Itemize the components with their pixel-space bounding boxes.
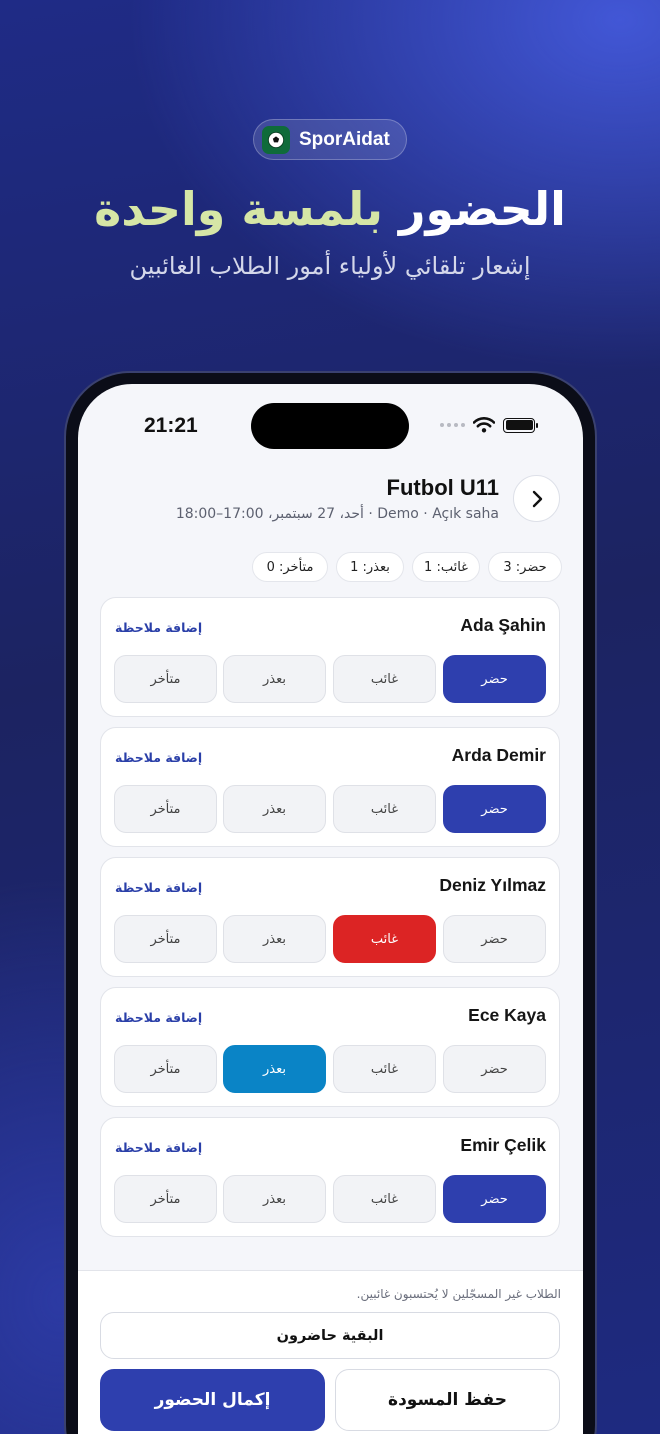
status-excused-button[interactable]: بعذر bbox=[223, 915, 326, 963]
attendance-summary: حضر: 3 غائب: 1 بعذر: 1 متأخر: 0 bbox=[252, 552, 562, 582]
battery-icon bbox=[503, 417, 538, 433]
stat-late: متأخر: 0 bbox=[252, 552, 328, 582]
student-name: Emir Çelik bbox=[460, 1135, 546, 1155]
save-draft-button[interactable]: حفظ المسودة bbox=[335, 1369, 560, 1431]
phone-screen: 21:21 Futbol U11 أحد، 27 سبتمبر، 17:00–1… bbox=[78, 384, 583, 1434]
mark-rest-present-button[interactable]: البقية حاضرون bbox=[100, 1312, 560, 1359]
status-present-button[interactable]: حضر bbox=[443, 1045, 546, 1093]
add-note-link[interactable]: إضافة ملاحظة bbox=[115, 1010, 202, 1025]
chevron-right-icon bbox=[532, 490, 542, 507]
headline-part2: بلمسة واحدة bbox=[94, 182, 383, 236]
status-excused-button[interactable]: بعذر bbox=[223, 1045, 326, 1093]
footer-panel: الطلاب غير المسجّلين لا يُحتسبون غائبين.… bbox=[78, 1270, 583, 1434]
student-card: Ada Şahin إضافة ملاحظة حضر غائب بعذر متأخر bbox=[100, 597, 560, 717]
student-card: Ece Kaya إضافة ملاحظة حضر غائب بعذر متأخر bbox=[100, 987, 560, 1107]
status-absent-button[interactable]: غائب bbox=[333, 915, 436, 963]
student-name: Arda Demir bbox=[451, 745, 546, 765]
student-card: Emir Çelik إضافة ملاحظة حضر غائب بعذر متأخر bbox=[100, 1117, 560, 1237]
status-absent-button[interactable]: غائب bbox=[333, 1175, 436, 1223]
student-name: Ece Kaya bbox=[468, 1005, 546, 1025]
student-card: Arda Demir إضافة ملاحظة حضر غائب بعذر متأخر bbox=[100, 727, 560, 847]
status-time: 21:21 bbox=[144, 414, 198, 437]
status-absent-button[interactable]: غائب bbox=[333, 1045, 436, 1093]
page-subheadline: إشعار تلقائي لأولياء أمور الطلاب الغائبي… bbox=[129, 252, 531, 280]
status-present-button[interactable]: حضر bbox=[443, 915, 546, 963]
status-late-button[interactable]: متأخر bbox=[114, 915, 217, 963]
add-note-link[interactable]: إضافة ملاحظة bbox=[115, 750, 202, 765]
status-late-button[interactable]: متأخر bbox=[114, 1175, 217, 1223]
status-present-button[interactable]: حضر bbox=[443, 655, 546, 703]
status-icons bbox=[440, 417, 538, 433]
status-late-button[interactable]: متأخر bbox=[114, 785, 217, 833]
student-card: Deniz Yılmaz إضافة ملاحظة حضر غائب بعذر متأخر bbox=[100, 857, 560, 977]
stat-absent: غائب: 1 bbox=[412, 552, 480, 582]
add-note-link[interactable]: إضافة ملاحظة bbox=[115, 1140, 202, 1155]
status-present-button[interactable]: حضر bbox=[443, 785, 546, 833]
brand-name: SporAidat bbox=[299, 128, 390, 150]
status-absent-button[interactable]: غائب bbox=[333, 655, 436, 703]
add-note-link[interactable]: إضافة ملاحظة bbox=[115, 880, 202, 895]
headline-part1: الحضور bbox=[399, 182, 566, 236]
next-session-button[interactable] bbox=[513, 475, 560, 522]
signal-dots-icon bbox=[440, 423, 465, 427]
page-headline: الحضور بلمسة واحدة bbox=[0, 182, 660, 236]
footer-note: الطلاب غير المسجّلين لا يُحتسبون غائبين. bbox=[356, 1287, 561, 1301]
student-name: Deniz Yılmaz bbox=[439, 875, 546, 895]
session-meta: أحد، 27 سبتمبر، 17:00–18:00 · Demo · Açı… bbox=[175, 506, 499, 522]
status-excused-button[interactable]: بعذر bbox=[223, 1175, 326, 1223]
student-name: Ada Şahin bbox=[460, 615, 546, 635]
status-late-button[interactable]: متأخر bbox=[114, 1045, 217, 1093]
brand-badge: SporAidat bbox=[253, 119, 407, 160]
add-note-link[interactable]: إضافة ملاحظة bbox=[115, 620, 202, 635]
soccer-ball-icon bbox=[262, 125, 290, 154]
status-excused-button[interactable]: بعذر bbox=[223, 785, 326, 833]
wifi-icon bbox=[473, 417, 495, 433]
session-title: Futbol U11 bbox=[386, 475, 499, 500]
status-absent-button[interactable]: غائب bbox=[333, 785, 436, 833]
status-present-button[interactable]: حضر bbox=[443, 1175, 546, 1223]
status-excused-button[interactable]: بعذر bbox=[223, 655, 326, 703]
dynamic-island bbox=[251, 403, 409, 449]
stat-excused: بعذر: 1 bbox=[336, 552, 404, 582]
complete-attendance-button[interactable]: إكمال الحضور bbox=[100, 1369, 325, 1431]
stat-present: حضر: 3 bbox=[488, 552, 562, 582]
status-late-button[interactable]: متأخر bbox=[114, 655, 217, 703]
